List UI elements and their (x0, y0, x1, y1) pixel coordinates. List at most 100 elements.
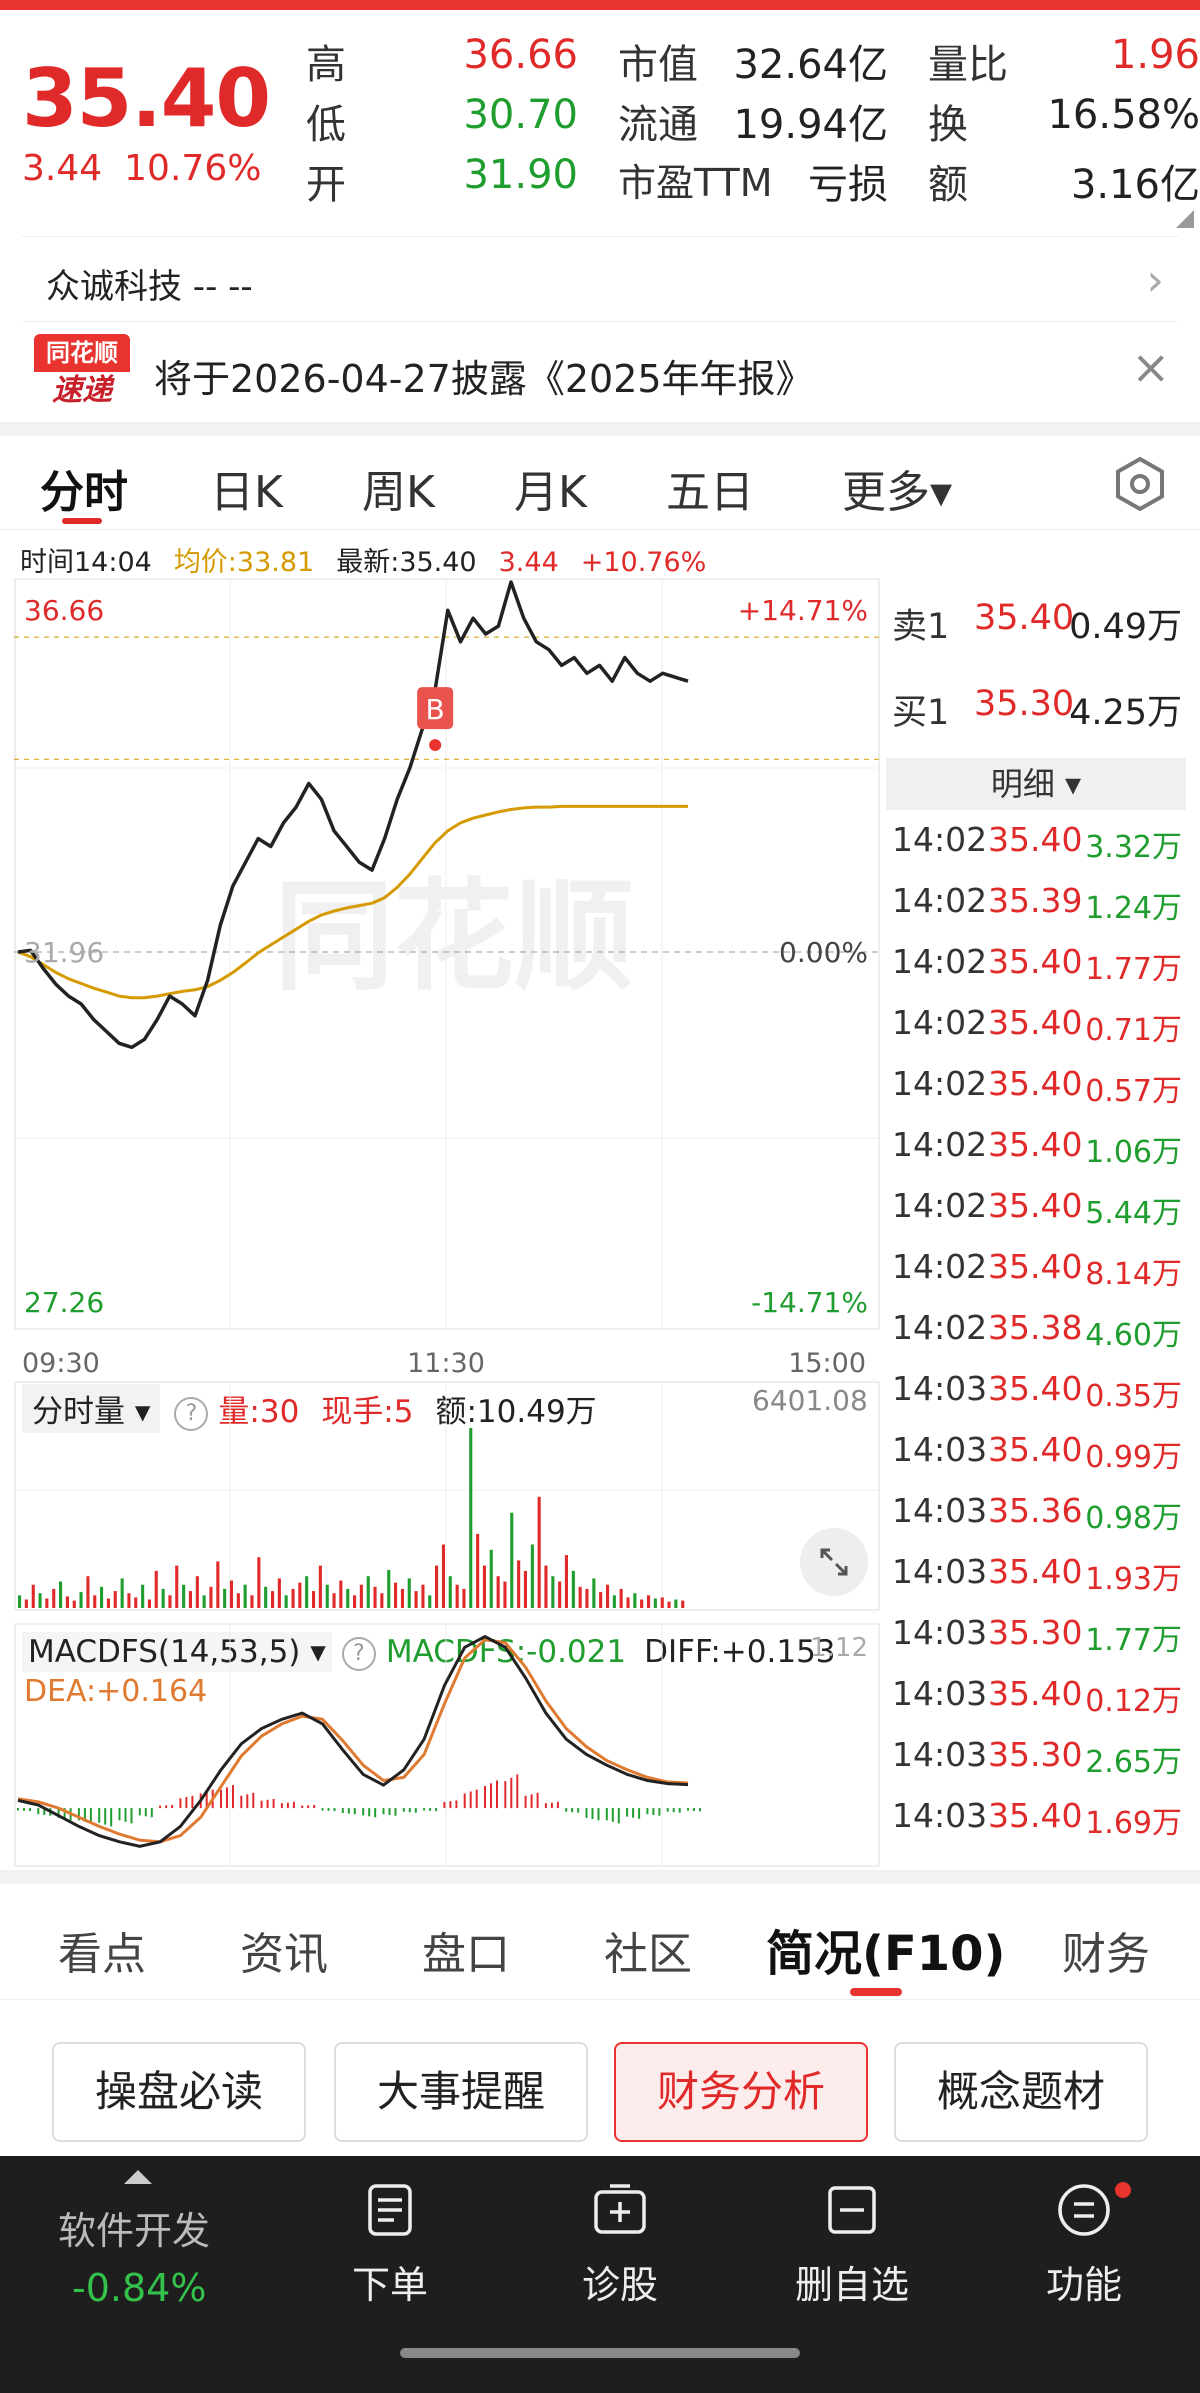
volume-bar (558, 1581, 562, 1608)
volume-bar (161, 1588, 165, 1608)
trade-time: 14:02 (892, 1186, 988, 1225)
notice-banner[interactable]: 同花顺 速递 将于2026-04-27披露《2025年年报》 × (0, 322, 1200, 422)
intraday-chart-svg: 同花顺 B 36.66 +14.71% 31.96 0.00% 27.26 -14.71% (14, 578, 880, 1330)
volume-bar (633, 1593, 637, 1608)
tab-finance[interactable]: 财务 (1062, 1918, 1150, 1982)
tab-highlights[interactable]: 看点 (58, 1918, 146, 1982)
home-indicator[interactable] (400, 2348, 800, 2358)
diagnose-button[interactable]: 诊股 (520, 2182, 720, 2309)
volume-bar (79, 1592, 83, 1608)
trade-time: 14:03 (892, 1430, 988, 1469)
trade-row: 14:02 35.40 0.71万 (892, 1003, 1182, 1063)
volume-bar (537, 1496, 541, 1608)
volume-bar (359, 1584, 363, 1608)
volume-bar (667, 1601, 671, 1608)
ask-1-label: 卖1 (892, 607, 950, 647)
tab-community[interactable]: 社区 (604, 1918, 692, 1982)
remove-watchlist-button[interactable]: 删自选 (752, 2182, 952, 2309)
volume-bar (202, 1595, 206, 1608)
tab-five-day[interactable]: 五日 (666, 456, 754, 520)
chart-period-tabs: 分时 日K 周K 月K 五日 更多▾ (0, 436, 1200, 530)
detail-toggle-button[interactable]: 明细 ▾ (886, 758, 1186, 810)
corner-fold-icon[interactable] (1176, 210, 1194, 228)
trade-time: 14:02 (892, 1125, 988, 1164)
volume-bar (517, 1560, 521, 1608)
price-high-label: 36.66 (24, 594, 104, 627)
buy-marker-label: B (426, 693, 445, 726)
quote-value: 36.66 (463, 32, 578, 78)
change-percent: 10.76% (124, 148, 262, 189)
tab-monthly-k[interactable]: 月K (514, 456, 587, 520)
company-name: 众诚科技 -- -- (46, 267, 253, 307)
x-tick-label: 15:00 (788, 1348, 866, 1379)
trade-volume: 2.65万 (1085, 1745, 1182, 1780)
volume-bar (455, 1584, 459, 1608)
ask-1-price: 35.40 (974, 598, 1075, 638)
trade-row: 14:02 35.40 1.06万 (892, 1125, 1182, 1185)
tab-more[interactable]: 更多▾ (842, 456, 952, 520)
volume-bar (31, 1584, 35, 1608)
trade-volume: 1.77万 (1085, 952, 1182, 987)
volume-bar (339, 1580, 343, 1608)
trade-price: 35.40 (988, 1247, 1083, 1286)
quote-value: 32.64亿 (733, 42, 888, 88)
quote-label: 换 (928, 102, 968, 148)
company-row[interactable]: 众诚科技 -- -- › (22, 236, 1178, 322)
section-divider (0, 1870, 1200, 1884)
intraday-chart[interactable]: 同花顺 B 36.66 +14.71% 31.96 0.00% 27.26 -14.71% (14, 578, 880, 1330)
document-icon (368, 2184, 412, 2236)
volume-bar (305, 1576, 309, 1608)
tab-intraday[interactable]: 分时 (40, 456, 128, 520)
volume-bar (353, 1595, 357, 1608)
tab-f10-summary[interactable]: 简况(F10) (766, 1914, 1005, 1984)
volume-bar (318, 1565, 322, 1608)
order-book: 卖1 35.40 0.49万 买1 35.30 4.25万 明细 ▾ 14:02… (886, 578, 1186, 1868)
concept-theme-button[interactable]: 概念题材 (894, 2042, 1148, 2142)
volume-bar (606, 1584, 610, 1608)
trading-guide-button[interactable]: 操盘必读 (52, 2042, 306, 2142)
trade-volume: 1.69万 (1085, 1806, 1182, 1841)
volume-bar (93, 1595, 97, 1608)
volume-bar (59, 1581, 63, 1608)
tab-daily-k[interactable]: 日K (210, 456, 283, 520)
sector-change: -0.84% (72, 2266, 207, 2310)
volume-bar (612, 1595, 616, 1608)
tab-weekly-k[interactable]: 周K (362, 456, 435, 520)
plus-box-icon (594, 2184, 646, 2234)
event-reminder-button[interactable]: 大事提醒 (334, 2042, 588, 2142)
trade-price: 35.40 (988, 820, 1083, 859)
volume-bar (243, 1584, 247, 1608)
notice-text: 将于2026-04-27披露《2025年年报》 (154, 357, 814, 401)
settings-hexagon-icon[interactable] (1112, 456, 1168, 512)
trade-time: 14:03 (892, 1491, 988, 1530)
volume-bar (387, 1569, 391, 1608)
close-icon[interactable]: × (1131, 340, 1170, 394)
financial-analysis-button[interactable]: 财务分析 (614, 2042, 868, 2142)
info-change-pct: +10.76% (580, 547, 707, 578)
volume-bar (469, 1428, 473, 1608)
volume-bar (373, 1586, 377, 1608)
place-order-button[interactable]: 下单 (290, 2182, 490, 2309)
trade-row: 14:02 35.38 4.60万 (892, 1308, 1182, 1368)
sector-name[interactable]: 软件开发 (58, 2200, 210, 2255)
quote-value: 16.58% (1047, 92, 1200, 138)
volume-bar (257, 1557, 261, 1608)
diagnose-label: 诊股 (581, 2263, 658, 2307)
trade-volume: 1.06万 (1085, 1135, 1182, 1170)
volume-bar (332, 1593, 336, 1608)
caret-up-icon[interactable] (124, 2170, 152, 2184)
sub-charts-svg: 09:30 11:30 15:00 1.12 (14, 1348, 880, 1867)
trade-volume: 4.60万 (1085, 1318, 1182, 1353)
trade-volume: 8.14万 (1085, 1257, 1182, 1292)
bid-1-price: 35.30 (974, 684, 1075, 724)
trade-time: 14:02 (892, 1308, 988, 1347)
quote-value: 19.94亿 (733, 102, 888, 148)
volume-bar (250, 1595, 254, 1608)
pct-zero-label: 0.00% (779, 936, 868, 969)
tab-market-depth[interactable]: 盘口 (422, 1918, 510, 1982)
volume-bar (510, 1512, 514, 1608)
functions-button[interactable]: 功能 (984, 2182, 1184, 2309)
volume-bar (209, 1586, 213, 1608)
volume-bar (626, 1597, 630, 1608)
tab-news[interactable]: 资讯 (240, 1918, 328, 1982)
